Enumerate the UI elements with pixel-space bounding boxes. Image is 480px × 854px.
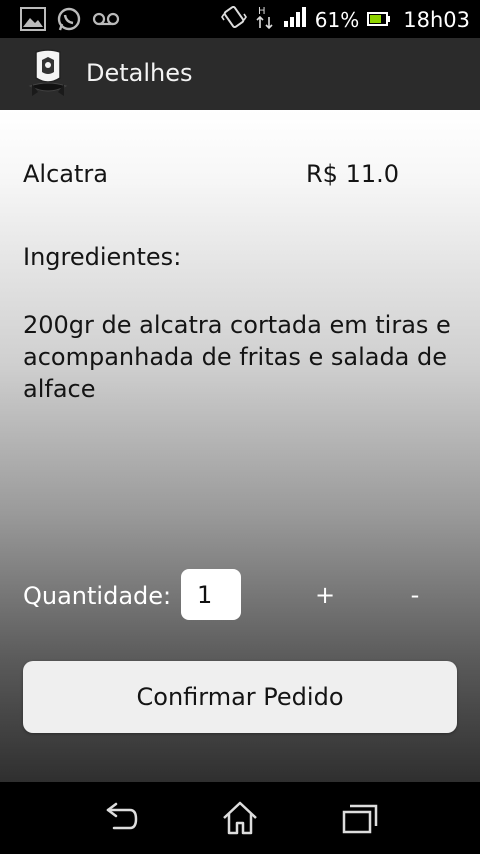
quantity-label: Quantidade:	[23, 582, 172, 610]
action-bar: Detalhes	[0, 38, 480, 110]
ingredients-label: Ingredientes:	[23, 243, 182, 271]
svg-text:H: H	[258, 6, 266, 17]
battery-percent: 61%	[314, 7, 360, 32]
battery-icon	[367, 8, 391, 32]
confirm-order-label: Confirmar Pedido	[136, 683, 344, 711]
app-logo-icon[interactable]	[28, 48, 68, 98]
decrease-quantity-button[interactable]: -	[395, 572, 435, 618]
vibrate-icon	[220, 4, 247, 35]
increase-quantity-button[interactable]: +	[305, 572, 345, 618]
voicemail-icon	[92, 11, 120, 31]
system-icons: H 61% 18h03	[220, 4, 470, 35]
page-title: Detalhes	[86, 59, 193, 87]
hspa-data-icon: H	[255, 4, 275, 35]
clock: 18h03	[403, 7, 470, 32]
status-bar: H 61% 18h03	[0, 0, 480, 38]
details-content: Alcatra R$ 11.0 Ingredientes: 200gr de a…	[0, 110, 480, 782]
quantity-input[interactable]	[181, 569, 241, 620]
recent-apps-icon[interactable]	[340, 800, 380, 836]
navigation-bar	[0, 782, 480, 854]
home-icon[interactable]	[220, 800, 260, 836]
image-notification-icon	[20, 7, 46, 35]
confirm-order-button[interactable]: Confirmar Pedido	[23, 661, 457, 733]
signal-icon	[283, 6, 307, 33]
ingredients-description: 200gr de alcatra cortada em tiras e acom…	[23, 311, 451, 403]
whatsapp-icon	[56, 6, 82, 36]
back-icon[interactable]	[102, 800, 142, 836]
notification-icons	[20, 6, 120, 36]
product-price: R$ 11.0	[306, 160, 400, 188]
product-name: Alcatra	[23, 160, 108, 188]
